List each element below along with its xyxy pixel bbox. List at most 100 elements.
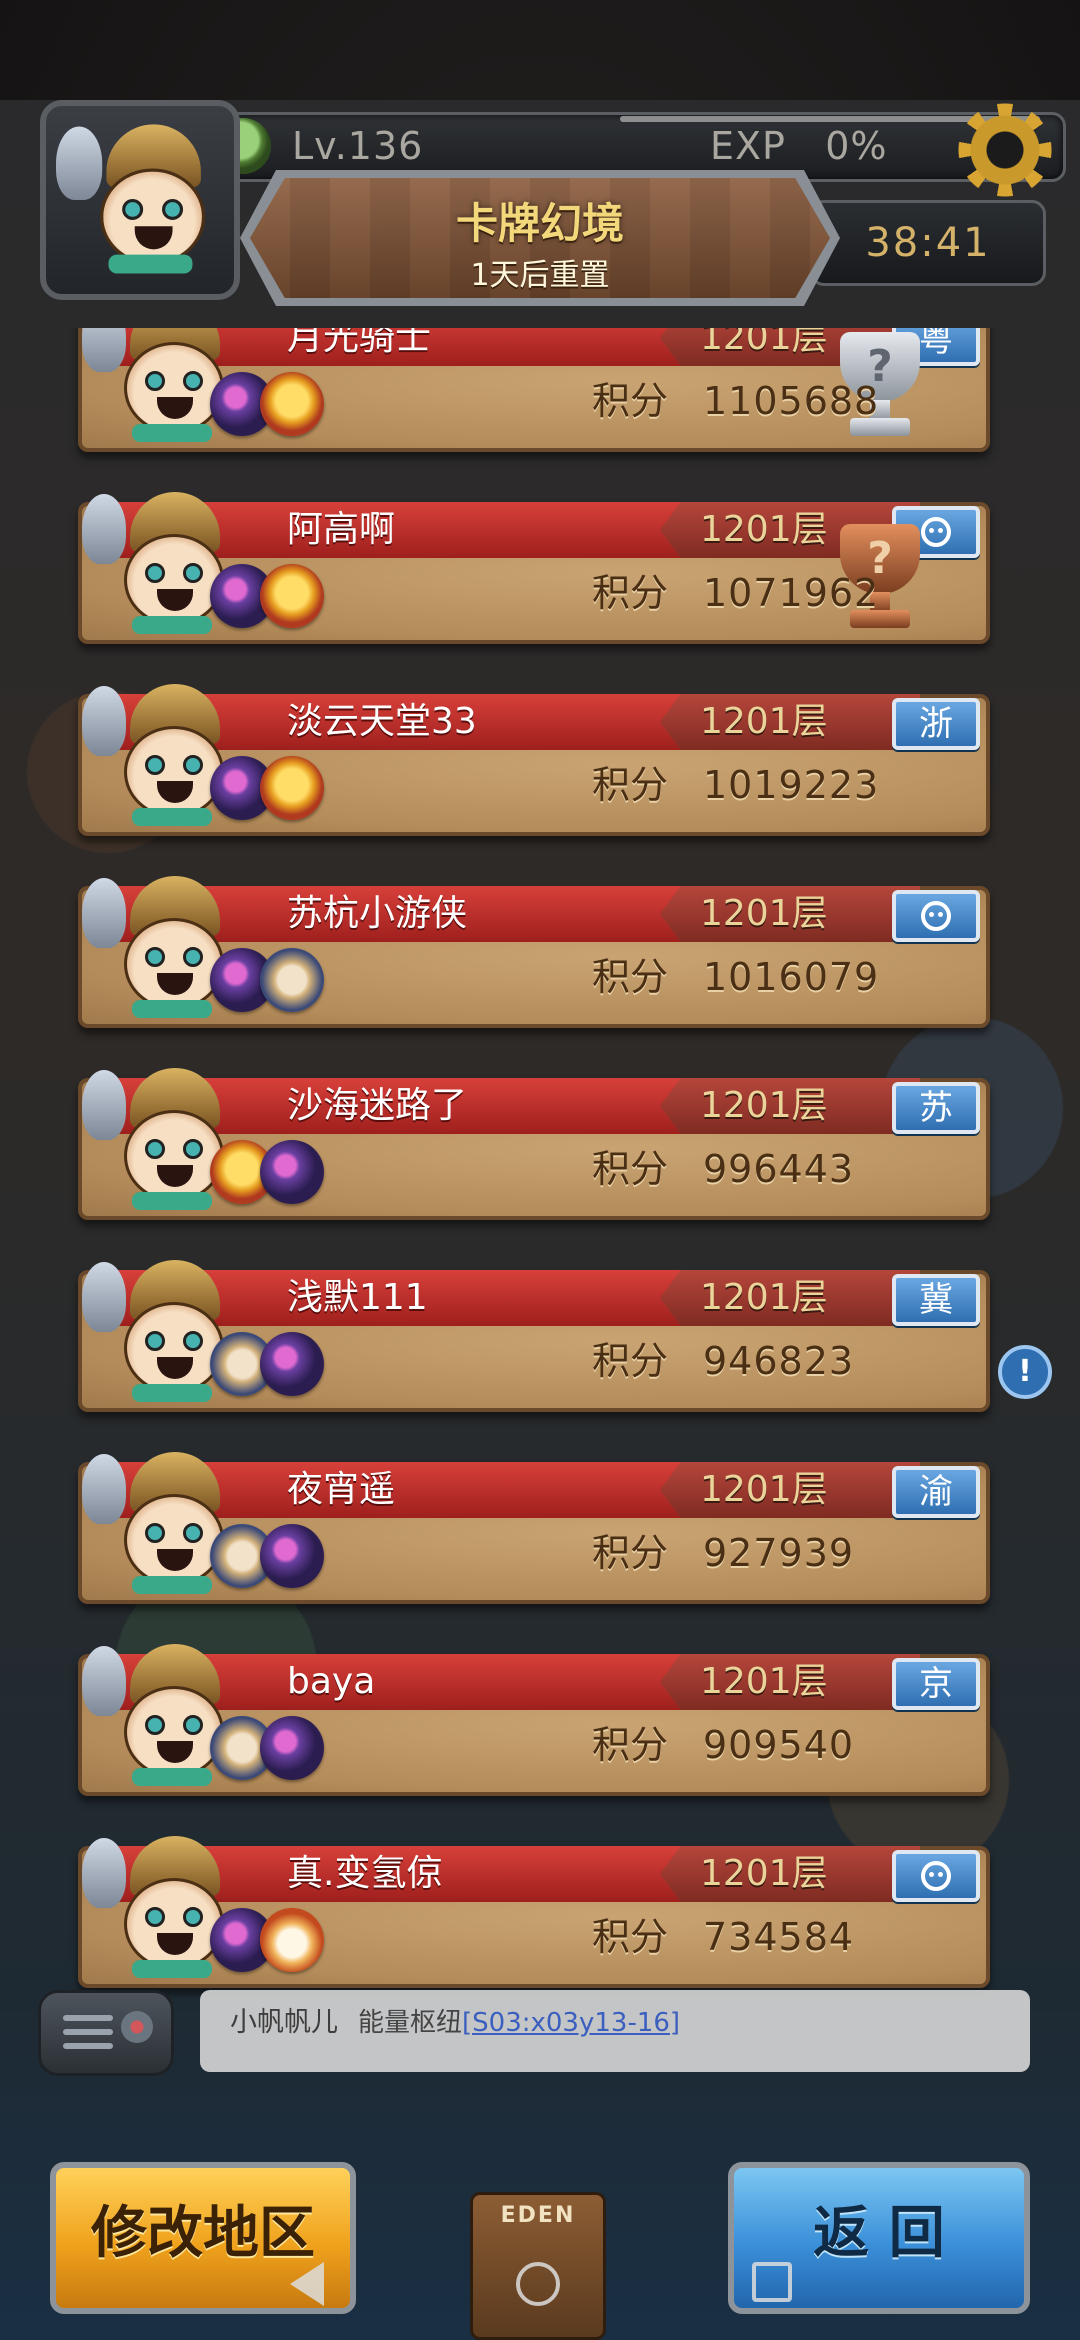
region-badge[interactable] [892,890,980,942]
floor-count: 1201层 [700,893,828,934]
region-badge[interactable]: 京 [892,1658,980,1710]
floor-count: 1201层 [700,1469,828,1510]
leaderboard-list[interactable]: 月光骑士 1201层 粤 ? 积分 1105688 阿高啊 1201层 ? 积分… [60,328,1020,1998]
pet-purple-icon [260,1716,324,1780]
leaderboard-row[interactable]: 浅默111 1201层 冀 积分 946823 [60,1252,990,1412]
region-badge[interactable]: 苏 [892,1082,980,1134]
pet-yellow-icon [260,564,324,628]
face [124,342,224,434]
nav-back-icon[interactable] [290,2262,324,2306]
floor-count: 1201层 [700,509,828,550]
row-avatar [82,1060,242,1220]
region-text: 渝 [919,1472,953,1512]
face [124,726,224,818]
region-badge[interactable]: 渝 [892,1466,980,1518]
region-text: 冀 [919,1280,953,1320]
leaderboard-row[interactable]: 阿高啊 1201层 ? 积分 1071962 [60,484,990,644]
reset-subtitle: 1天后重置 [470,258,610,293]
page-title: 卡牌幻境 [455,199,624,248]
nav-home-icon[interactable] [516,2262,560,2306]
floor-count: 1201层 [700,701,828,742]
helmet-horn [82,1070,126,1140]
region-badge[interactable]: 冀 [892,1274,980,1326]
pet-ninja-icon [260,948,324,1012]
scarf [132,1384,212,1402]
row-avatar [82,868,242,1028]
helmet-horn [82,328,126,372]
scarf [132,1960,212,1978]
floor-count: 1201层 [700,1661,828,1702]
score-value: 1019223 [703,763,880,807]
score-value: 1105688 [703,379,880,423]
chat-message-text: 能量枢纽 [358,2008,463,2038]
nav-recent-icon[interactable] [752,2262,792,2302]
menu-lines-icon [63,2015,113,2057]
score-value: 1071962 [703,571,880,615]
row-avatar [82,1252,242,1412]
score-value: 1016079 [703,955,880,999]
floor-count: 1201层 [700,1085,828,1126]
chat-bar[interactable]: 小帆帆儿 能量枢纽[S03:x03y13-16] [200,1990,1030,2072]
chat-coordinate-link[interactable]: [S03:x03y13-16] [462,2008,680,2038]
face [124,1110,224,1202]
scarf [132,424,212,442]
chat-sender[interactable]: 小帆帆儿 [230,2000,338,2039]
scarf [132,1000,212,1018]
face [124,918,224,1010]
score-label: 积分 [592,763,669,807]
leaderboard-row[interactable]: 夜宵遥 1201层 渝 积分 927939 [60,1444,990,1604]
helmet-horn [82,1838,126,1908]
leaderboard-row[interactable]: baya 1201层 京 积分 909540 [60,1636,990,1796]
helmet-horn [82,686,126,756]
face-icon [921,1861,951,1891]
player-name: 月光骑士 [287,328,432,358]
reset-timer: 38:41 [810,200,1046,286]
helmet-horn [82,1454,126,1524]
score-value: 927939 [703,1531,855,1575]
face [124,1686,224,1778]
player-name: 阿高啊 [287,509,396,550]
pet-purple-icon [260,1332,324,1396]
score-label: 积分 [592,955,669,999]
eden-sign-text: EDEN [500,2203,576,2228]
face [124,1494,224,1586]
helmet-horn [82,1262,126,1332]
player-name: 夜宵遥 [287,1469,396,1510]
face [124,1302,224,1394]
leaderboard-row[interactable]: 真.变氢倞 1201层 积分 734584 [60,1828,990,1988]
chat-toggle-icon [121,2011,153,2043]
chat-message: 能量枢纽[S03:x03y13-16] [358,2002,680,2039]
pet-flame-icon [260,1908,324,1972]
region-badge[interactable]: 浙 [892,698,980,750]
exp-percent: EXP 0% [710,124,888,168]
scarf [132,616,212,634]
scarf [132,1768,212,1786]
face-icon [921,901,951,931]
score-label: 积分 [592,1915,669,1959]
leaderboard-row[interactable]: 苏杭小游侠 1201层 积分 1016079 [60,868,990,1028]
region-text: 京 [919,1664,953,1704]
region-badge[interactable] [892,1850,980,1902]
face [124,1878,224,1970]
player-level: Lv.136 [292,124,424,168]
row-avatar [82,1636,242,1796]
floor-count: 1201层 [700,328,828,358]
floor-count: 1201层 [700,1853,828,1894]
gear-icon[interactable] [957,102,1053,198]
header: Lv.136 EXP 0% 38:41 卡牌幻境 1天后重置 [40,100,1066,306]
player-name: 浅默111 [287,1277,428,1318]
helmet-horn [82,878,126,948]
game-screen: Lv.136 EXP 0% 38:41 卡牌幻境 1天后重置 月光骑士 1201… [0,0,1080,2340]
scarf [132,808,212,826]
region-text: 苏 [919,1088,953,1128]
helmet-horn [82,1646,126,1716]
score-label: 积分 [592,1147,669,1191]
player-avatar[interactable] [40,100,240,300]
alert-icon[interactable]: ! [998,1345,1052,1399]
leaderboard-row[interactable]: 沙海迷路了 1201层 苏 积分 996443 [60,1060,990,1220]
leaderboard-row[interactable]: 月光骑士 1201层 粤 ? 积分 1105688 [60,328,990,452]
helmet-horn [82,494,126,564]
pet-yellow-icon [260,372,324,436]
leaderboard-row[interactable]: 淡云天堂33 1201层 浙 积分 1019223 [60,676,990,836]
chat-menu-button[interactable] [38,1990,174,2076]
